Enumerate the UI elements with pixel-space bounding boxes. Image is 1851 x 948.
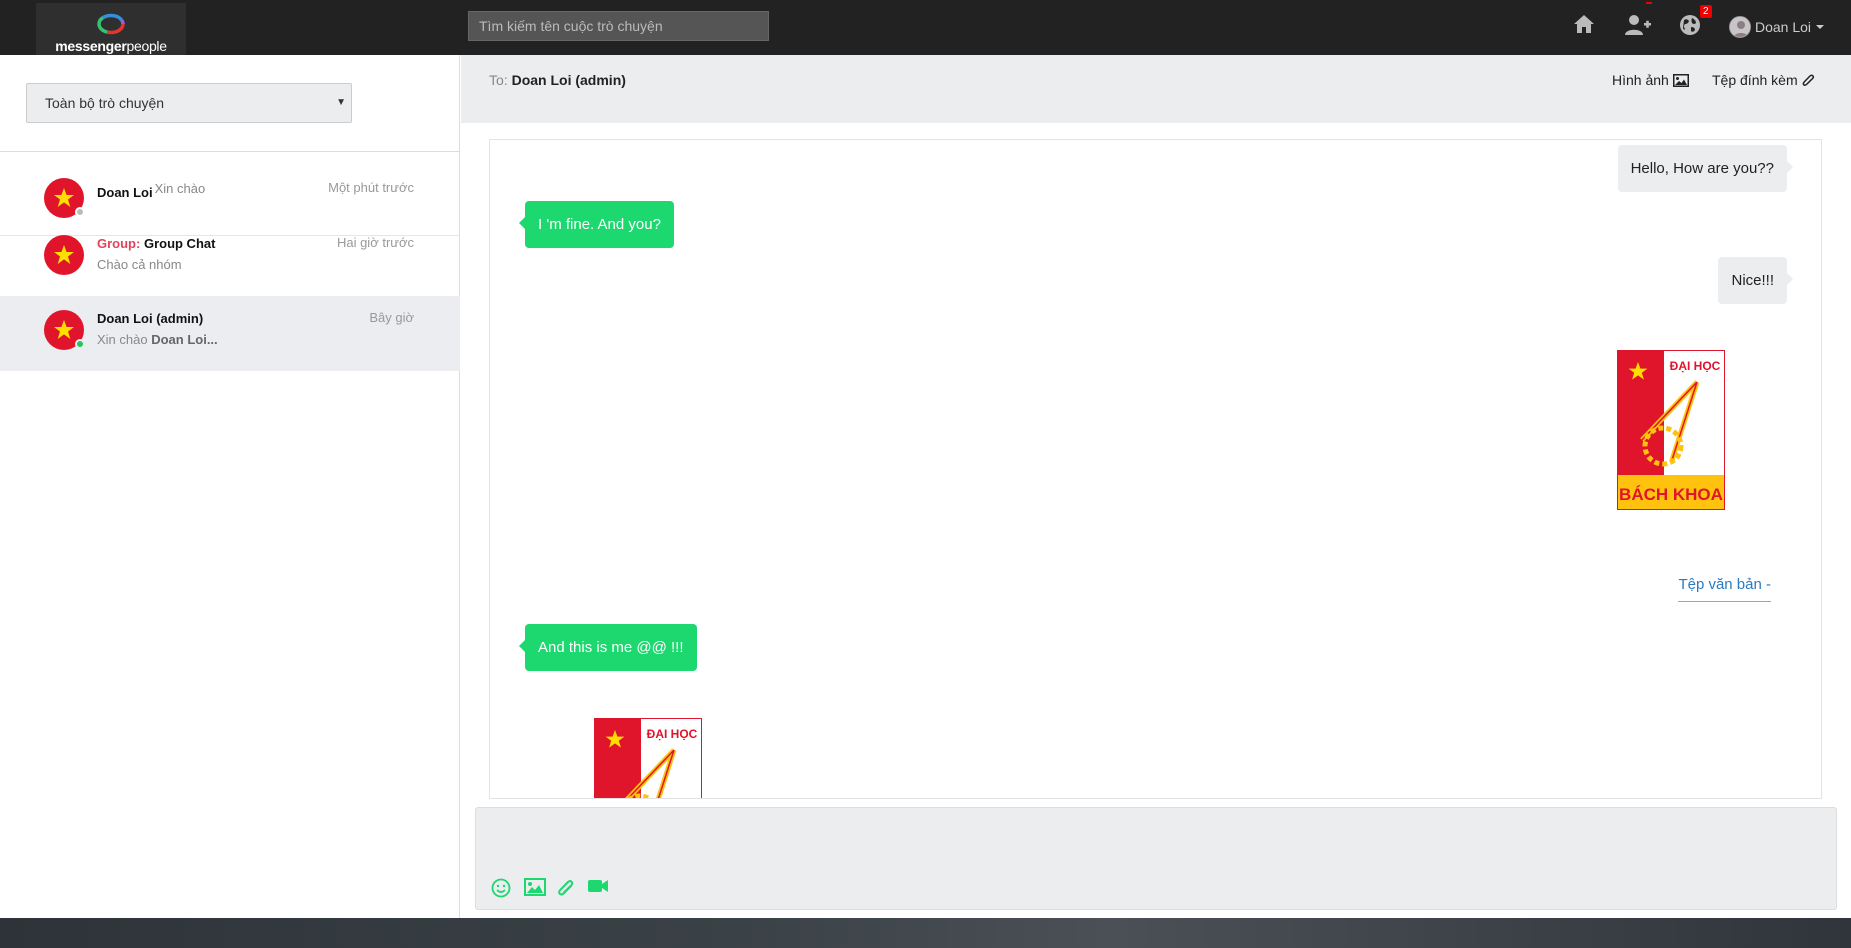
user-menu[interactable]: Doan Loi [1729,14,1825,40]
image-icon[interactable] [524,878,546,900]
filter-select-value: Toàn bộ trò chuyện [45,95,165,111]
select-arrow-icon: ▼ [336,97,346,108]
paperclip-icon[interactable] [557,878,579,900]
notification-badge: 2 [1700,5,1712,18]
message-composer [475,807,1837,910]
sidebar-divider [0,151,460,152]
paperclip-icon [1802,74,1814,86]
page-footer [0,918,1851,948]
conversation-search-input[interactable] [468,11,769,41]
video-icon[interactable] [587,878,609,900]
star-icon [54,245,74,264]
image-icon [1672,73,1689,87]
chat-header: To: Doan Loi (admin) Hình ảnh Tệp đính k… [461,55,1851,123]
message-list[interactable]: Hello, How are you?? I 'm fine. And you?… [489,139,1822,799]
conversation-preview: Xin chào Doan Loi... [97,332,218,347]
conversation-name: Doan Loi (admin) [97,311,204,326]
emoji-icon[interactable] [491,878,513,900]
message-bubble-incoming: And this is me @@ !!! [519,624,697,671]
conversation-filter-select[interactable]: Toàn bộ trò chuyện ▼ [26,83,352,123]
conversation-name-text: Doan Loi [97,185,153,200]
star-icon [54,320,74,339]
conversation-preview: Chào cả nhóm [97,257,182,272]
brand-logo[interactable]: messengerpeople [36,3,186,55]
message-bubble-outgoing: Hello, How are you?? [1617,145,1794,192]
attachments-label: Tệp đính kèm [1712,72,1798,88]
logo-bottom-text: BÁCH KHOA [1619,485,1723,504]
message-bubble-incoming: I 'm fine. And you? [519,201,674,248]
images-label: Hình ảnh [1612,72,1669,88]
conversation-sidebar: Toàn bộ trò chuyện ▼ Doan Loi Xin chào Mộ… [0,55,460,918]
file-attachment-link[interactable]: Tệp văn bản - [1678,576,1771,602]
conversation-time: Hai giờ trước [336,235,414,250]
to-label: To: [489,72,508,88]
brand-ring-icon [97,13,125,35]
add-user-icon[interactable] [1624,2,1652,40]
status-online-dot [75,339,85,349]
user-name: Doan Loi [1755,19,1812,35]
preview-bold: Doan Loi... [151,332,218,347]
conversation-name: Group: Group Chat [97,236,215,251]
message-image-outgoing[interactable]: ĐẠI HỌC BÁCH KHOA [1617,350,1725,515]
conversation-avatar [44,310,85,350]
images-button[interactable]: Hình ảnh [1612,72,1689,88]
brand-name: messengerpeople [55,38,167,54]
conversation-avatar [44,178,85,218]
message-input[interactable] [476,808,1836,868]
conversation-preview: Xin chào [154,181,206,196]
caret-down-icon [1816,25,1825,29]
home-icon[interactable] [1573,14,1599,40]
star-icon [54,188,74,207]
message-image-incoming[interactable]: ĐẠI HỌC [594,718,702,798]
conversation-time: Bây giờ [369,310,414,325]
top-navbar: messengerpeople 2 Doan Loi [0,0,1851,55]
conversation-item-group[interactable]: Group: Group Chat Chào cả nhóm Hai giờ t… [0,221,460,296]
conversation-name: Doan Loi Xin chào [97,181,205,200]
group-label: Group: [97,236,141,251]
status-offline-dot [75,207,85,217]
university-logo-image: ĐẠI HỌC BÁCH KHOA [1617,350,1725,510]
message-bubble-outgoing: Nice!!! [1718,257,1793,304]
brand-name-bold: messenger [55,38,127,54]
attachments-button[interactable]: Tệp đính kèm [1712,72,1815,88]
conversation-item-active[interactable]: Doan Loi (admin) Xin chào Doan Loi... Bâ… [0,296,460,371]
university-logo-image: ĐẠI HỌC [594,718,702,798]
brand-name-light: people [126,38,167,54]
conversation-time: Một phút trước [328,180,414,195]
globe-icon[interactable]: 2 [1679,5,1712,40]
add-user-indicator [1646,2,1652,4]
logo-top-text: ĐẠI HỌC [647,727,698,741]
logo-top-text: ĐẠI HỌC [1670,359,1721,373]
user-avatar [1729,16,1751,38]
recipient-line: To: Doan Loi (admin) [489,72,626,88]
conversation-name-text: Group Chat [143,236,216,251]
preview-prefix: Xin chào [97,332,148,347]
recipient-name: Doan Loi (admin) [511,72,626,88]
conversation-avatar [44,235,84,275]
